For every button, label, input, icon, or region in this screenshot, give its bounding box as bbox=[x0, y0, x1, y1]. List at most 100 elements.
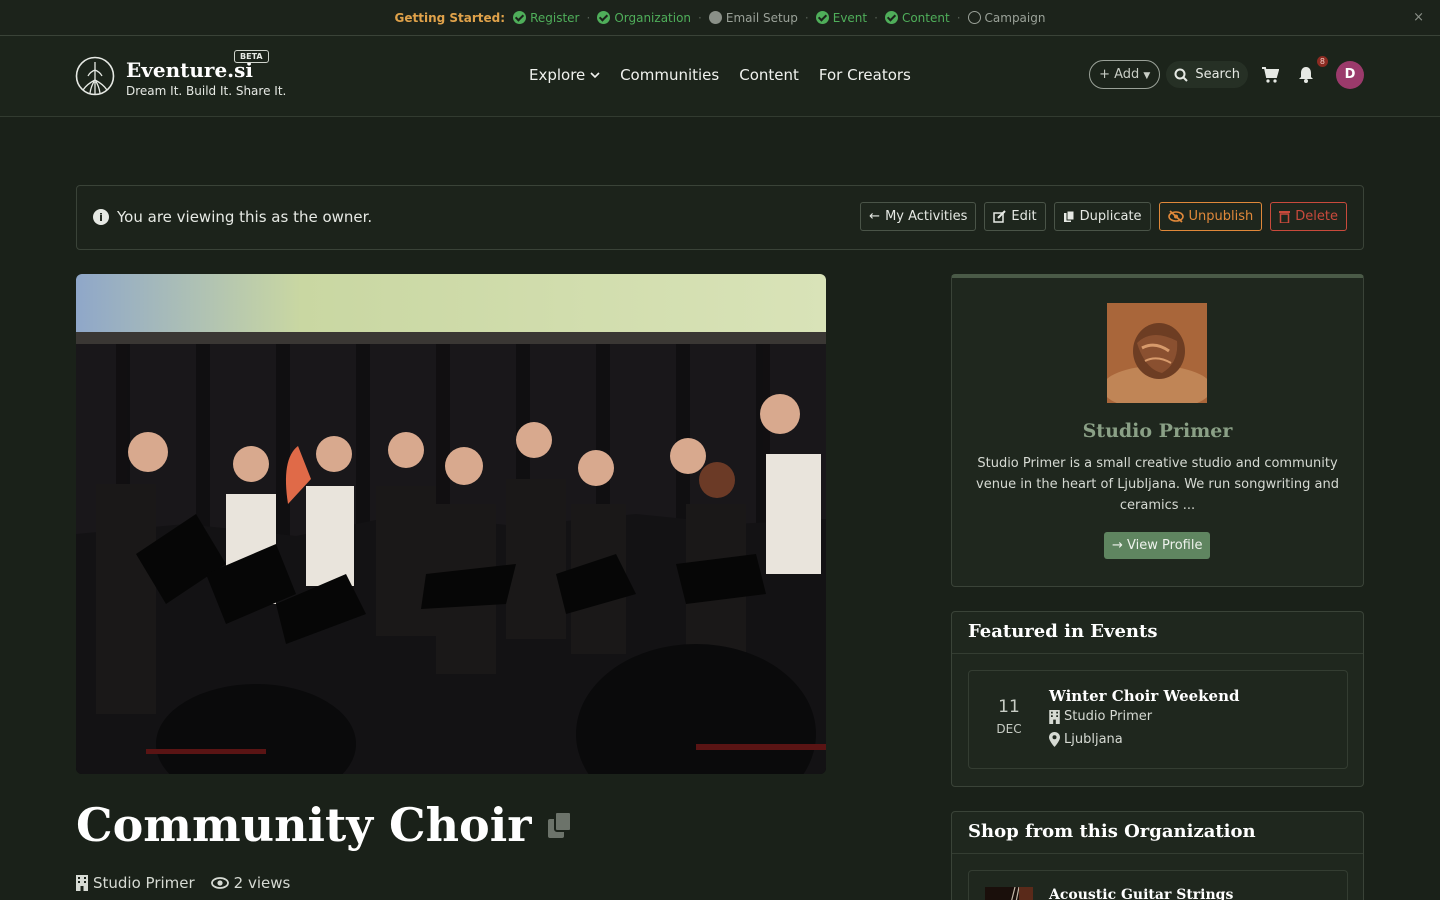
cart-icon bbox=[1262, 66, 1279, 83]
add-button[interactable]: + Add ▼ bbox=[1089, 60, 1161, 89]
featured-events-heading: Featured in Events bbox=[952, 612, 1363, 654]
arrow-left-icon: ← bbox=[869, 209, 881, 224]
step-register[interactable]: Register bbox=[513, 11, 579, 25]
check-icon bbox=[815, 11, 829, 24]
copy-icon[interactable] bbox=[547, 811, 573, 839]
step-email-setup[interactable]: Email Setup bbox=[708, 10, 798, 25]
trash-icon bbox=[1279, 211, 1291, 223]
owner-notice-bar: i You are viewing this as the owner. ← My… bbox=[76, 185, 1364, 250]
search-icon bbox=[1174, 68, 1189, 82]
views-meta: 2 views bbox=[210, 874, 291, 892]
organization-meta[interactable]: Studio Primer bbox=[76, 874, 195, 892]
chevron-down-icon bbox=[590, 72, 600, 79]
event-location: Ljubljana bbox=[1049, 732, 1123, 747]
info-icon: i bbox=[93, 209, 109, 225]
event-item[interactable]: 11 DEC Winter Choir Weekend Studio Prime… bbox=[968, 670, 1348, 769]
product-image bbox=[985, 886, 1033, 900]
step-label: Event bbox=[832, 10, 868, 25]
building-icon bbox=[76, 875, 88, 891]
step-event[interactable]: Event bbox=[815, 10, 868, 25]
copy-icon bbox=[1063, 210, 1075, 222]
owner-notice: i You are viewing this as the owner. bbox=[93, 208, 372, 226]
organization-image bbox=[1107, 303, 1207, 403]
views-count: 2 views bbox=[233, 874, 291, 892]
beta-badge: BETA bbox=[234, 50, 269, 63]
hero-image bbox=[76, 274, 826, 774]
partial-circle-icon bbox=[708, 11, 722, 24]
nav-links: Explore Communities Content For Creators bbox=[529, 66, 911, 84]
nav-content[interactable]: Content bbox=[739, 66, 799, 84]
step-label: Organization bbox=[614, 10, 692, 25]
getting-started-label: Getting Started: bbox=[394, 10, 506, 25]
pottery-photo bbox=[1107, 303, 1207, 403]
search-button[interactable]: Search bbox=[1166, 61, 1248, 88]
cart-button[interactable] bbox=[1260, 65, 1280, 85]
check-icon bbox=[597, 11, 611, 24]
tagline: Dream It. Build It. Share It. bbox=[126, 84, 287, 98]
delete-button[interactable]: Delete bbox=[1270, 202, 1347, 231]
edit-icon bbox=[993, 210, 1007, 223]
getting-started-bar: Getting Started: Register · Organization… bbox=[0, 0, 1440, 36]
tree-logo-icon[interactable] bbox=[75, 56, 115, 96]
product-item[interactable]: Acoustic Guitar Strings bbox=[968, 870, 1348, 900]
separator: · bbox=[698, 10, 702, 25]
nav-explore-label: Explore bbox=[529, 66, 586, 84]
event-day: 11 bbox=[998, 697, 1020, 717]
view-profile-label: View Profile bbox=[1127, 538, 1203, 553]
organization-name: Studio Primer bbox=[93, 874, 195, 892]
step-content[interactable]: Content bbox=[884, 10, 950, 25]
my-activities-button[interactable]: ← My Activities bbox=[860, 202, 977, 231]
nav-explore[interactable]: Explore bbox=[529, 66, 600, 84]
separator: · bbox=[586, 10, 591, 25]
close-icon[interactable]: × bbox=[1413, 10, 1424, 25]
step-label: Content bbox=[901, 10, 950, 25]
unpublish-label: Unpublish bbox=[1188, 209, 1254, 224]
delete-label: Delete bbox=[1295, 209, 1338, 224]
main-navbar: Eventure.si BETA Dream It. Build It. Sha… bbox=[0, 36, 1440, 117]
bell-icon bbox=[1299, 67, 1313, 83]
guitar-strings-photo bbox=[985, 886, 1033, 900]
notification-count-badge: 8 bbox=[1316, 55, 1328, 67]
duplicate-button[interactable]: Duplicate bbox=[1053, 202, 1151, 231]
duplicate-label: Duplicate bbox=[1079, 209, 1142, 224]
event-organization-name: Studio Primer bbox=[1064, 709, 1153, 724]
caret-down-icon: ▼ bbox=[1143, 71, 1151, 81]
event-title[interactable]: Winter Choir Weekend bbox=[1049, 687, 1240, 705]
notifications-button[interactable]: 8 bbox=[1296, 55, 1328, 85]
featured-events-card: Featured in Events 11 DEC Winter Choir W… bbox=[951, 611, 1364, 787]
map-pin-icon bbox=[1049, 732, 1060, 747]
shop-heading: Shop from this Organization bbox=[952, 812, 1363, 854]
step-label: Email Setup bbox=[725, 10, 798, 25]
check-icon bbox=[513, 11, 527, 24]
nav-communities[interactable]: Communities bbox=[620, 66, 719, 84]
owner-actions: ← My Activities Edit Duplicate Unpublish … bbox=[860, 202, 1347, 231]
search-label: Search bbox=[1195, 67, 1240, 82]
edit-label: Edit bbox=[1011, 209, 1037, 224]
separator: · bbox=[804, 10, 809, 25]
edit-button[interactable]: Edit bbox=[984, 202, 1046, 231]
event-month: DEC bbox=[996, 722, 1022, 736]
eye-icon bbox=[210, 877, 229, 889]
view-profile-button[interactable]: → View Profile bbox=[1104, 532, 1211, 559]
my-activities-label: My Activities bbox=[885, 209, 968, 224]
owner-message: You are viewing this as the owner. bbox=[117, 208, 373, 226]
add-button-label: + Add bbox=[1099, 67, 1140, 82]
step-campaign[interactable]: Campaign bbox=[967, 10, 1046, 25]
unpublish-button[interactable]: Unpublish bbox=[1158, 202, 1263, 231]
event-organization: Studio Primer bbox=[1049, 709, 1152, 724]
shop-card: Shop from this Organization Acoustic Gui… bbox=[951, 811, 1364, 900]
eye-slash-icon bbox=[1167, 210, 1184, 223]
user-avatar[interactable]: D bbox=[1336, 60, 1364, 89]
product-title[interactable]: Acoustic Guitar Strings bbox=[1049, 887, 1233, 900]
step-label: Campaign bbox=[984, 10, 1046, 25]
nav-for-creators[interactable]: For Creators bbox=[819, 66, 911, 84]
step-organization[interactable]: Organization bbox=[597, 11, 691, 25]
organization-description: Studio Primer is a small creative studio… bbox=[976, 456, 1339, 513]
page-title-text: Community Choir bbox=[76, 798, 532, 852]
organization-card: Studio Primer Studio Primer is a small c… bbox=[951, 274, 1364, 587]
arrow-right-icon: → bbox=[1112, 538, 1123, 553]
building-icon bbox=[1049, 709, 1060, 724]
page-title: Community Choir bbox=[76, 798, 573, 852]
content-meta: Studio Primer 2 views bbox=[76, 874, 290, 892]
organization-name[interactable]: Studio Primer bbox=[952, 420, 1363, 442]
